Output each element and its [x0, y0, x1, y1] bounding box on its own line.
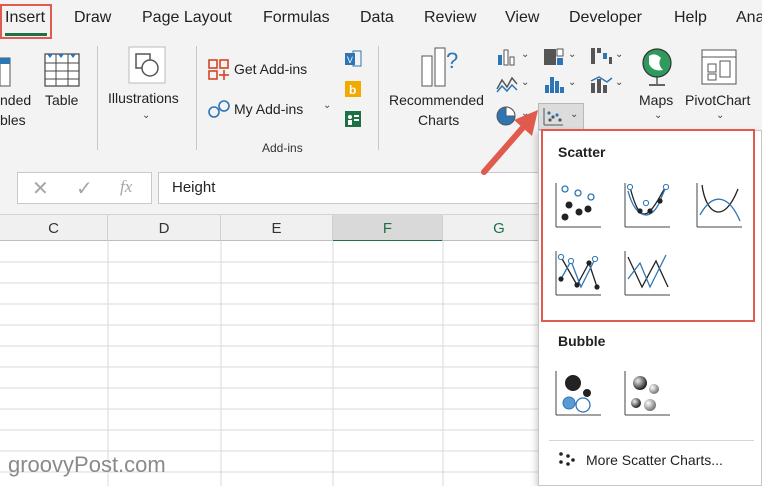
check-icon[interactable]: ✓: [76, 176, 93, 201]
tab-developer[interactable]: Developer: [569, 9, 642, 27]
tab-insert[interactable]: Insert: [5, 9, 45, 27]
my-addins-icon[interactable]: [208, 98, 232, 120]
visio-icon[interactable]: V: [344, 50, 362, 68]
hierarchy-chart-icon[interactable]: [543, 47, 565, 67]
tab-formulas[interactable]: Formulas: [263, 9, 330, 27]
pivotchart-label[interactable]: PivotChart: [685, 90, 750, 110]
line-chart-icon[interactable]: [496, 74, 518, 94]
tab-page-layout[interactable]: Page Layout: [142, 9, 232, 27]
recommended-charts-icon[interactable]: ?: [418, 46, 462, 88]
active-tab-underline: [5, 33, 47, 36]
tab-draw[interactable]: Draw: [74, 9, 111, 27]
recommended-charts-label-2[interactable]: Charts: [418, 110, 459, 130]
pivottable-icon[interactable]: [0, 54, 12, 90]
ribbon-separator: [378, 46, 379, 150]
column-chart-icon[interactable]: [496, 47, 518, 67]
more-scatter-charts-link[interactable]: More Scatter Charts...: [586, 452, 723, 468]
bing-maps-icon[interactable]: b: [344, 80, 362, 98]
ribbon-tab-bar: Insert Draw Page Layout Formulas Data Re…: [0, 0, 762, 40]
waterfall-chart-icon[interactable]: [589, 45, 613, 67]
store-icon[interactable]: [208, 59, 230, 81]
chevron-down-icon[interactable]: ⌄: [521, 77, 529, 88]
ribbon-separator: [97, 46, 98, 150]
chevron-down-icon[interactable]: ⌄: [323, 100, 331, 111]
svg-text:b: b: [349, 83, 356, 97]
tab-help[interactable]: Help: [674, 9, 707, 27]
chevron-down-icon[interactable]: ⌄: [568, 77, 576, 88]
combo-chart-icon[interactable]: [589, 73, 613, 95]
statistic-chart-icon[interactable]: [543, 73, 565, 95]
watermark: groovyPost.com: [8, 452, 166, 477]
cancel-x-icon[interactable]: ✕: [32, 176, 49, 201]
more-scatter-charts-icon[interactable]: [557, 451, 575, 469]
people-graph-icon[interactable]: [344, 110, 362, 128]
column-header-d[interactable]: D: [108, 215, 221, 242]
chevron-down-icon[interactable]: ⌄: [615, 49, 623, 60]
formula-value: Height: [172, 179, 216, 196]
pivotchart-icon[interactable]: [700, 46, 738, 88]
chevron-down-icon[interactable]: ⌄: [615, 77, 623, 88]
bubble-chart-icon[interactable]: [553, 369, 603, 419]
tab-data[interactable]: Data: [360, 9, 394, 27]
chevron-down-icon[interactable]: ⌄: [568, 49, 576, 60]
ribbon-separator: [196, 46, 197, 150]
table-icon[interactable]: [44, 50, 82, 90]
column-header-e[interactable]: E: [221, 215, 333, 242]
chevron-down-icon[interactable]: ⌄: [521, 49, 529, 60]
column-header-f[interactable]: F: [333, 215, 443, 242]
chevron-down-icon[interactable]: ⌄: [716, 110, 724, 121]
svg-text:V: V: [347, 55, 353, 65]
illustrations-label[interactable]: Illustrations: [108, 88, 179, 108]
column-header-c[interactable]: C: [0, 215, 108, 242]
my-addins-button[interactable]: My Add-ins: [234, 99, 303, 119]
bubble-3d-chart-icon[interactable]: [622, 369, 672, 419]
maps-label[interactable]: Maps: [639, 90, 673, 110]
pivottable-label-1[interactable]: nded: [0, 90, 31, 110]
bubble-section-heading: Bubble: [558, 333, 606, 349]
tab-view[interactable]: View: [505, 9, 539, 27]
svg-text:?: ?: [446, 48, 458, 73]
tab-review[interactable]: Review: [424, 9, 476, 27]
maps-icon[interactable]: [639, 46, 675, 90]
chevron-down-icon: ⌄: [570, 109, 579, 120]
pointer-arrow-icon: [481, 110, 538, 175]
illustrations-icon[interactable]: [128, 46, 166, 84]
tab-analyze[interactable]: Ana: [736, 9, 762, 27]
get-addins-button[interactable]: Get Add-ins: [234, 59, 307, 79]
fx-icon[interactable]: fx: [120, 177, 132, 197]
pivottable-label-2[interactable]: bles: [0, 110, 26, 130]
table-label[interactable]: Table: [45, 90, 78, 110]
chevron-down-icon[interactable]: ⌄: [142, 110, 150, 121]
recommended-charts-label-1[interactable]: Recommended: [389, 90, 484, 110]
chevron-down-icon[interactable]: ⌄: [654, 110, 662, 121]
scatter-section-highlight: [541, 129, 755, 322]
formula-bar-buttons: ✕ ✓ fx: [17, 172, 152, 204]
dropdown-separator: [549, 440, 754, 441]
addins-group-label: Add-ins: [262, 141, 303, 155]
